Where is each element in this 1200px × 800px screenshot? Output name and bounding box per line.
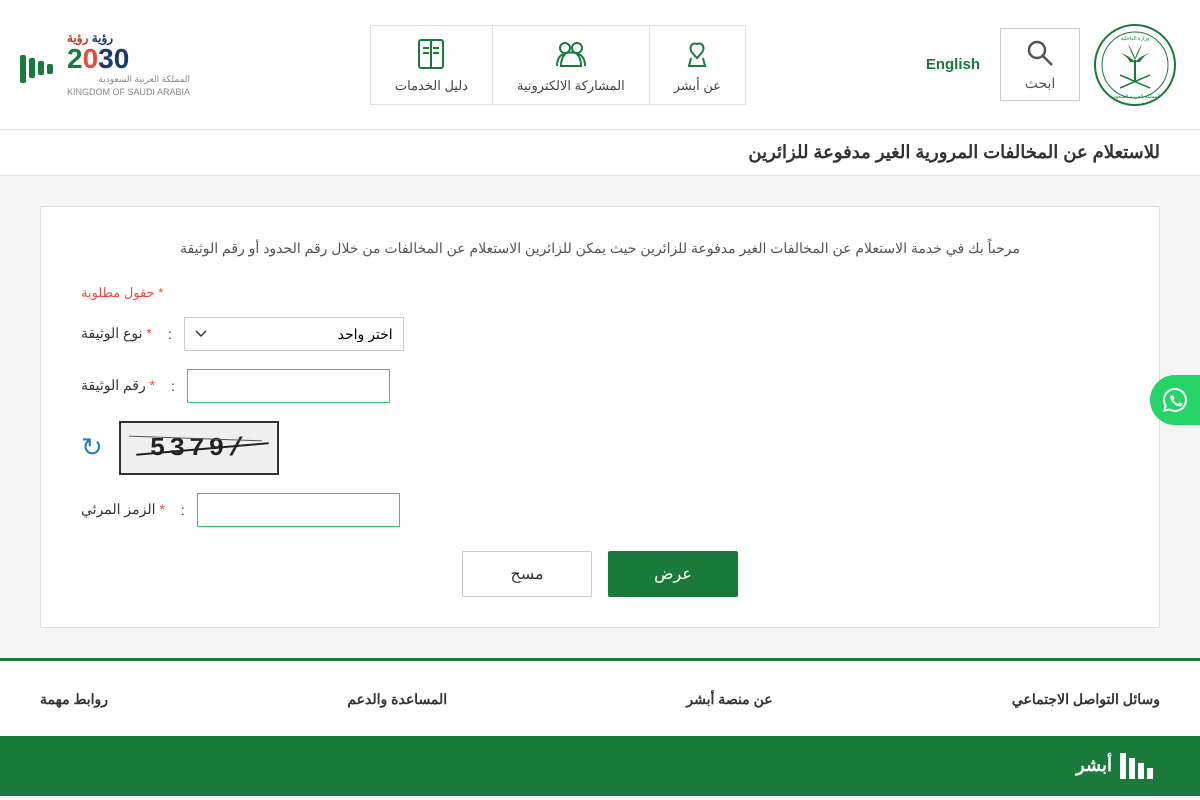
captcha-label: * الزمز المرئي (81, 501, 169, 518)
footer-bottom: أبشر (0, 736, 1200, 796)
svg-text:وزارة الداخلية: وزارة الداخلية (1121, 36, 1150, 42)
footer-support-title: المساعدة والدعم (347, 691, 447, 708)
captcha-colon: : (181, 502, 185, 518)
nav-absher[interactable]: عن أبشر (650, 25, 746, 105)
doc-type-colon: : (168, 326, 172, 342)
search-box[interactable]: ابحث (1000, 28, 1080, 101)
clear-button[interactable]: مسح (462, 551, 592, 597)
captcha-input-row: : * الزمز المرئي (81, 493, 1119, 527)
footer-col-links: روابط مهمة (40, 691, 108, 716)
footer-col-absher: عن منصة أبشر (686, 691, 772, 716)
form-buttons: عرض مسح (81, 551, 1119, 597)
doc-number-input[interactable] (187, 369, 390, 403)
nav-services-label: دليل الخدمات (395, 78, 468, 94)
footer-social-title: وسائل التواصل الاجتماعي (1012, 691, 1160, 708)
footer-logo: أبشر (1076, 751, 1160, 781)
book-icon (413, 36, 449, 72)
site-header: المملكة العربية السعودية وزارة الداخلية … (0, 0, 1200, 130)
doc-number-colon: : (171, 378, 175, 394)
nav-absher-label: عن أبشر (674, 78, 721, 94)
captcha-input[interactable] (197, 493, 400, 527)
nav-participation-label: المشاركة الالكترونية (517, 78, 625, 94)
header-nav: عن أبشر المشاركة الالكترونية دل (370, 25, 746, 105)
main-content: مرحباً بك في خدمة الاستعلام عن المخالفات… (0, 176, 1200, 658)
search-label: ابحث (1025, 75, 1056, 92)
people-icon (553, 36, 589, 72)
doc-type-row: اختر واحد : * نوع الوثيقة (81, 317, 1119, 351)
show-button[interactable]: عرض (608, 551, 738, 597)
footer-absher-title: عن منصة أبشر (686, 691, 772, 708)
english-link[interactable]: English (926, 56, 980, 73)
site-logo: المملكة العربية السعودية وزارة الداخلية (1090, 20, 1180, 110)
whatsapp-icon (1161, 386, 1189, 414)
required-note: * حقول مطلوبة (81, 285, 1119, 301)
svg-text:المملكة العربية السعودية: المملكة العربية السعودية (1110, 94, 1161, 100)
header-right: المملكة العربية السعودية وزارة الداخلية … (926, 20, 1180, 110)
whatsapp-float-button[interactable] (1150, 375, 1200, 425)
doc-type-select[interactable]: اختر واحد (184, 317, 404, 351)
captcha-row: /5379 ↻ (81, 421, 1119, 475)
page-title-bar: للاستعلام عن المخالفات المرورية الغير مد… (0, 130, 1200, 176)
footer-brand-text: أبشر (1076, 755, 1112, 776)
hand-icon (679, 36, 715, 72)
vision-2030-section: رؤية رؤية 2030 المملكة العربية السعوديةK… (20, 31, 190, 98)
page-title: للاستعلام عن المخالفات المرورية الغير مد… (40, 142, 1160, 163)
doc-number-row: : * رقم الوثيقة (81, 369, 1119, 403)
refresh-captcha-icon[interactable]: ↻ (81, 432, 103, 463)
captcha-image: /5379 (119, 421, 279, 475)
doc-number-label: * رقم الوثيقة (81, 377, 159, 394)
footer-bars-icon (1120, 751, 1160, 781)
vision-text-block: رؤية رؤية 2030 المملكة العربية السعوديةK… (67, 31, 190, 98)
form-card: مرحباً بك في خدمة الاستعلام عن المخالفات… (40, 206, 1160, 628)
footer-content: وسائل التواصل الاجتماعي عن منصة أبشر الم… (0, 658, 1200, 736)
doc-type-label: * نوع الوثيقة (81, 325, 156, 342)
nav-participation[interactable]: المشاركة الالكترونية (493, 25, 650, 105)
nav-services[interactable]: دليل الخدمات (370, 25, 493, 105)
footer-col-support: المساعدة والدعم (347, 691, 447, 716)
bars-logo-icon (20, 55, 53, 74)
search-icon (1024, 37, 1056, 69)
footer-links-title: روابط مهمة (40, 691, 108, 708)
footer-col-social: وسائل التواصل الاجتماعي (1012, 691, 1160, 716)
welcome-text: مرحباً بك في خدمة الاستعلام عن المخالفات… (81, 237, 1119, 261)
